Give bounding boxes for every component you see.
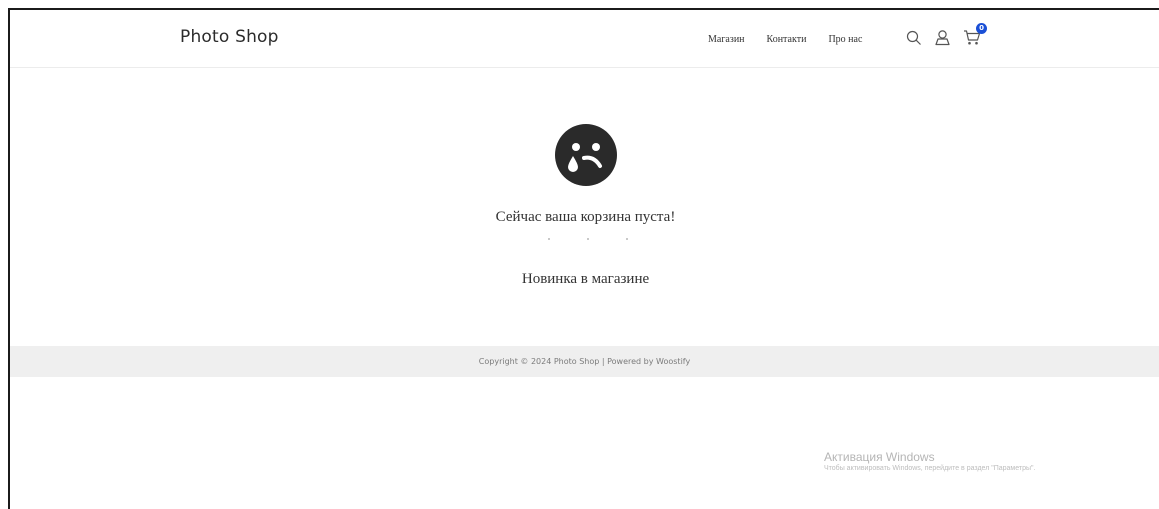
watermark-subtitle: Чтобы активировать Windows, перейдите в … — [824, 465, 1036, 472]
nav-item-contacts[interactable]: Контакти — [767, 34, 807, 45]
cart-content: Сейчас ваша корзина пуста! Новинка в маг… — [10, 68, 1159, 346]
site-logo[interactable]: Photo Shop — [180, 27, 279, 47]
search-icon[interactable] — [904, 28, 923, 47]
copyright-text: Copyright © 2024 Photo Shop | Powered by… — [478, 357, 691, 366]
nav-item-shop[interactable]: Магазин — [708, 34, 745, 45]
windows-activation-watermark: Активация Windows Чтобы активировать Win… — [824, 450, 1035, 472]
return-to-shop-link[interactable]: Новинка в магазине — [10, 271, 1159, 288]
cart-count-badge: 0 — [976, 23, 987, 34]
nav-item-about[interactable]: Про нас — [828, 34, 862, 45]
empty-cart-message: Сейчас ваша корзина пуста! — [495, 209, 676, 225]
page-frame: Photo Shop Магазин Контакти Про нас 0 Се… — [8, 8, 1159, 509]
watermark-title: Активация Windows — [824, 450, 935, 464]
sad-face-icon — [544, 113, 628, 197]
main-nav: Магазин Контакти Про нас — [708, 34, 884, 45]
divider-dots — [548, 238, 628, 240]
cart-icon[interactable]: 0 — [962, 23, 987, 47]
header-icons: 0 — [904, 23, 987, 47]
user-icon[interactable] — [933, 28, 952, 47]
site-footer: Copyright © 2024 Photo Shop | Powered by… — [10, 346, 1159, 377]
site-header: Photo Shop Магазин Контакти Про нас 0 — [10, 10, 1159, 68]
